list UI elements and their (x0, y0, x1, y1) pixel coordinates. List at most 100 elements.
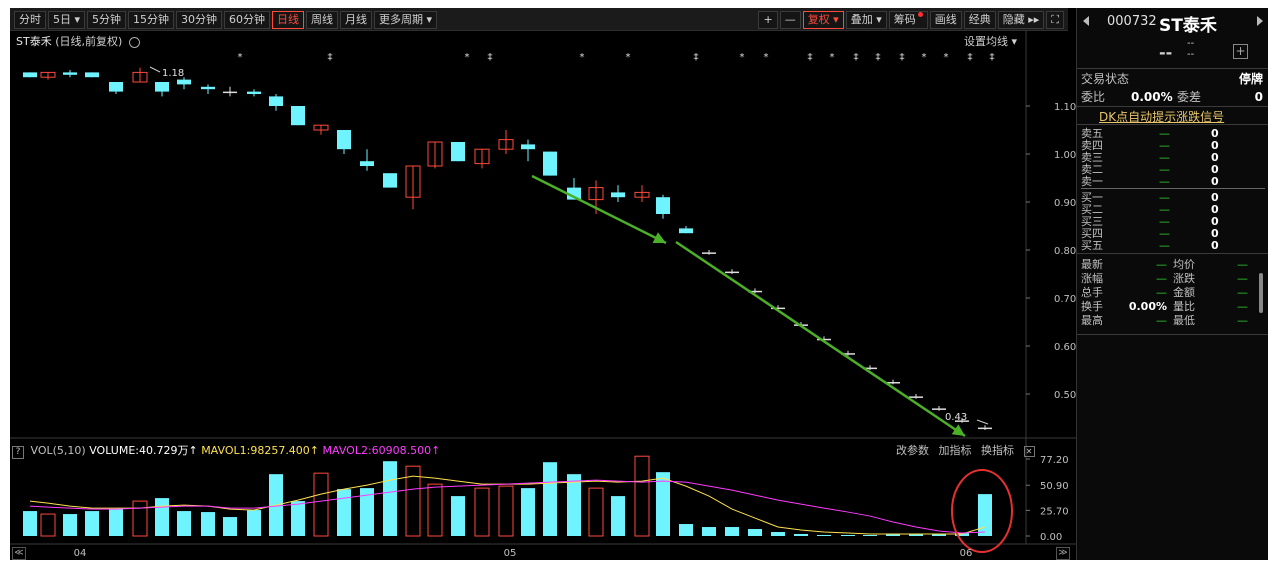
price-change: -- -- (1187, 38, 1194, 60)
candle-body (337, 130, 351, 150)
next-stock-icon[interactable] (1257, 16, 1263, 26)
orderbook-volume: 0 (1211, 139, 1219, 152)
event-marker: ‡ (968, 52, 973, 63)
orderbook-price: — (1159, 163, 1170, 176)
orderbook-row: 买一 —0 (1081, 192, 1261, 203)
volume-value: VOLUME:40.729万↑ (89, 444, 198, 457)
stats-label: 量比 (1173, 300, 1195, 313)
dk-signal-link[interactable]: DK点自动提示涨跌信号 (1099, 108, 1224, 125)
divider (1077, 68, 1268, 69)
volume-bar (863, 535, 877, 537)
quote-panel: 000732 ST泰禾 -- -- -- + 交易状态 停牌 委比 0.00% … (1076, 8, 1268, 560)
stats-value: 0.00% (1128, 300, 1167, 313)
orderbook-row: 卖一 — 0 (1081, 176, 1261, 187)
add-watch-button[interactable]: + (1233, 44, 1248, 59)
volume-bar (40, 513, 56, 537)
orderbook-price: — (1159, 139, 1170, 152)
mavol2-value: MAVOL2:60908.500↑ (322, 444, 441, 457)
volume-bar (521, 488, 535, 536)
candle-body (909, 396, 923, 398)
volume-tick-label: 0.00 (1040, 532, 1062, 543)
candle-body (543, 151, 557, 176)
kline-chart[interactable]: 1.10 1.00 0.90 0.80 0.70 0.60 0.50 * ‡ * ‡ * * ‡ * * ‡ * ‡… (10, 8, 1076, 560)
orderbook-price: — (1159, 151, 1170, 164)
vol-indicator: VOL(5,10) (30, 444, 86, 457)
volume-bar (155, 498, 169, 536)
scroll-right-button[interactable]: ≫ (1056, 547, 1070, 560)
mavol1-line (29, 475, 986, 535)
candle-body (223, 91, 237, 94)
stats-value: — (1237, 314, 1248, 327)
event-marker: * (238, 52, 243, 63)
volume-bar (383, 461, 397, 536)
trend-arrowhead (951, 424, 965, 436)
candle-body (201, 86, 215, 90)
prev-stock-icon[interactable] (1083, 16, 1089, 26)
stock-code: 000732 (1107, 14, 1157, 29)
event-marker: ‡ (854, 52, 859, 63)
candle-body (702, 252, 716, 254)
event-marker: * (764, 52, 769, 63)
stats-label: 涨跌 (1173, 272, 1195, 285)
volume-bar (23, 511, 37, 536)
event-marker: * (580, 52, 585, 63)
stats-label: 最新 (1081, 258, 1103, 271)
change-params-button[interactable]: 改参数 (896, 444, 929, 457)
volume-bar (177, 511, 191, 536)
stats-value: — (1237, 286, 1248, 299)
candle-body (611, 192, 625, 198)
volume-bar (201, 512, 215, 536)
stats-value: — (1156, 258, 1167, 271)
volume-bar (771, 532, 785, 536)
orderbook-row: 卖四 —0 (1081, 140, 1261, 151)
stats-label: 换手 (1081, 300, 1103, 313)
last-price: -- (1159, 43, 1173, 62)
volume-bar (567, 474, 581, 536)
event-marker: ‡ (900, 52, 905, 63)
scrollbar[interactable] (1259, 273, 1263, 313)
low-pointer (976, 419, 989, 425)
help-icon[interactable]: ? (12, 446, 24, 459)
weibi-row: 委比 0.00% 委差 0 (1081, 90, 1265, 104)
orderbook-price: — (1159, 239, 1170, 252)
event-marker: ‡ (328, 52, 333, 63)
stats-value: — (1156, 272, 1167, 285)
orderbook-volume: 0 (1211, 191, 1219, 204)
candle-body (725, 271, 739, 274)
divider (1077, 106, 1268, 107)
add-indicator-button[interactable]: 加指标 (939, 444, 972, 457)
status-row: 交易状态 停牌 (1081, 72, 1265, 86)
volume-bar (841, 535, 855, 537)
orderbook-row: 卖三 —0 (1081, 152, 1261, 163)
trend-arrow (675, 240, 966, 438)
orderbook-label: 卖一 (1081, 175, 1103, 188)
price-tick-label: 0.90 (1054, 198, 1076, 209)
volume-bar (725, 527, 739, 536)
divider (1077, 124, 1268, 125)
orderbook-row: 买五 — 0 (1081, 240, 1261, 251)
scroll-left-button[interactable]: ≪ (12, 547, 26, 560)
weicha-value: 0 (1254, 90, 1263, 104)
stats-label: 总手 (1081, 286, 1103, 299)
event-marker: ‡ (876, 52, 881, 63)
candle-body (63, 72, 77, 75)
weibi-value: 0.00% (1131, 90, 1173, 104)
change-pct: -- (1187, 49, 1195, 60)
volume-bar (85, 511, 99, 536)
price-tick-label: 0.70 (1054, 294, 1076, 305)
orderbook-price: — (1159, 227, 1170, 240)
stats-label: 涨幅 (1081, 272, 1103, 285)
divider (1077, 334, 1268, 335)
event-marker: * (740, 52, 745, 63)
orderbook-price: — (1159, 215, 1170, 228)
stats-label: 最低 (1173, 314, 1195, 327)
close-icon[interactable]: ✕ (1023, 446, 1035, 457)
event-marker: ‡ (808, 52, 813, 63)
low-price-label: 0.43 (945, 412, 967, 423)
candle-body (383, 173, 397, 188)
date-label: 06 (960, 548, 973, 559)
volume-bar (817, 535, 831, 537)
switch-indicator-button[interactable]: 换指标 (981, 444, 1014, 457)
candle-body (23, 72, 37, 78)
volume-bar (247, 510, 261, 536)
